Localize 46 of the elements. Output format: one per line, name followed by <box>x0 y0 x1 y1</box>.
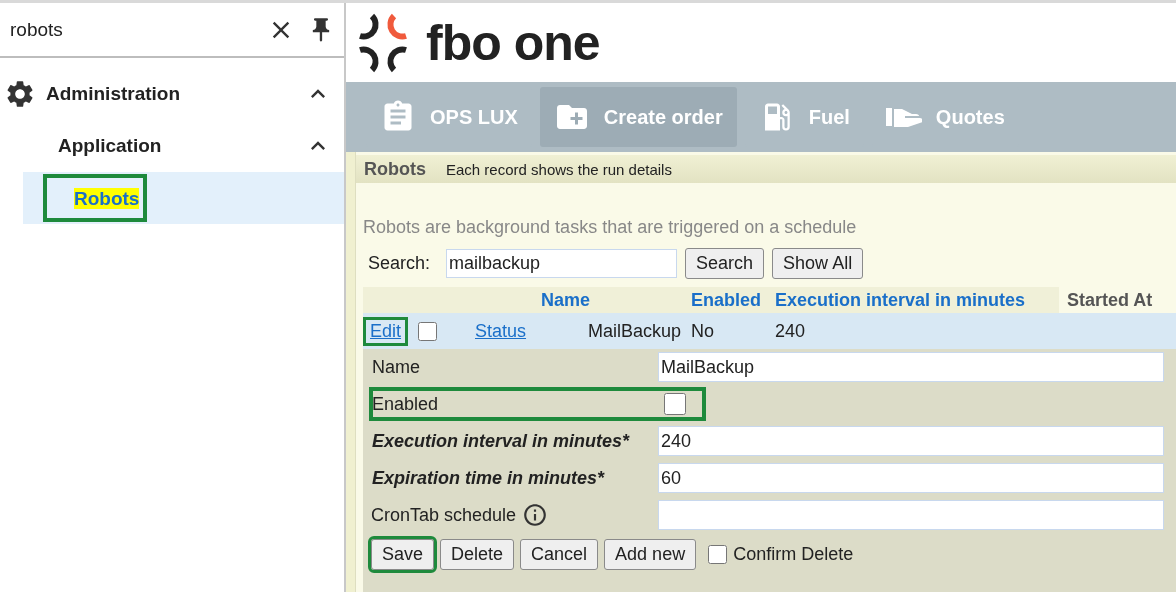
column-header[interactable]: Name <box>541 287 691 313</box>
edit-link[interactable]: Edit <box>363 316 409 346</box>
table-cell-text: No <box>691 320 715 342</box>
column-header[interactable]: Execution interval in minutes <box>775 287 1059 313</box>
row-checkbox[interactable] <box>418 321 437 341</box>
nav-label: OPS LUX <box>430 105 518 129</box>
table-row[interactable]: Edit Status MailBackup No 240 <box>363 313 1176 349</box>
input-field[interactable] <box>658 500 1164 530</box>
panel-subtitle: Each record shows the run details <box>446 160 672 178</box>
column-header: Started At <box>1059 287 1176 313</box>
button[interactable]: Show All <box>772 248 864 279</box>
enabled-checkbox[interactable] <box>664 393 686 415</box>
input-field[interactable]: MailBackup <box>658 352 1164 382</box>
confirm-checkbox[interactable] <box>708 545 728 564</box>
field-label: Execution interval in minutes* <box>371 430 631 452</box>
hand-icon <box>885 106 922 128</box>
search-field[interactable]: mailbackup <box>446 249 678 278</box>
highlight-frame: Robots <box>43 174 148 222</box>
field-label: Name <box>371 356 421 378</box>
logo-text: fbo one <box>426 13 600 72</box>
panel-title: Robots <box>364 158 426 180</box>
nav-label: Create order <box>603 105 723 129</box>
menu-group[interactable]: Application <box>58 135 304 157</box>
button[interactable]: Save <box>371 539 435 570</box>
button[interactable]: Search <box>685 248 765 279</box>
search-label: Search: <box>368 253 431 274</box>
search-field[interactable]: robots <box>10 18 255 41</box>
column-header[interactable]: Enabled <box>691 287 775 313</box>
menu-group[interactable]: Administration <box>46 83 304 105</box>
button[interactable]: Add new <box>604 539 697 570</box>
field-label: Expiration time in minutes* <box>371 467 606 489</box>
field-label: Enabled <box>371 393 440 415</box>
info-icon[interactable] <box>522 502 549 528</box>
status-link[interactable]: Status <box>468 316 534 346</box>
nav-label: Fuel <box>808 105 850 129</box>
input-field[interactable]: 60 <box>658 463 1164 493</box>
checkbox-label: Confirm Delete <box>733 544 854 565</box>
menu-item[interactable]: Robots <box>23 172 344 224</box>
description: Robots are background tasks that are triggered on a schedule <box>363 217 858 238</box>
button[interactable]: Delete <box>440 539 515 570</box>
nav-label: Quotes <box>935 105 1005 129</box>
table-cell-text: MailBackup <box>586 320 682 342</box>
button[interactable]: Cancel <box>520 539 599 570</box>
input-field[interactable]: 240 <box>658 426 1164 456</box>
table-cell-text: 240 <box>775 320 807 342</box>
field-label: CronTab schedule <box>371 504 517 526</box>
